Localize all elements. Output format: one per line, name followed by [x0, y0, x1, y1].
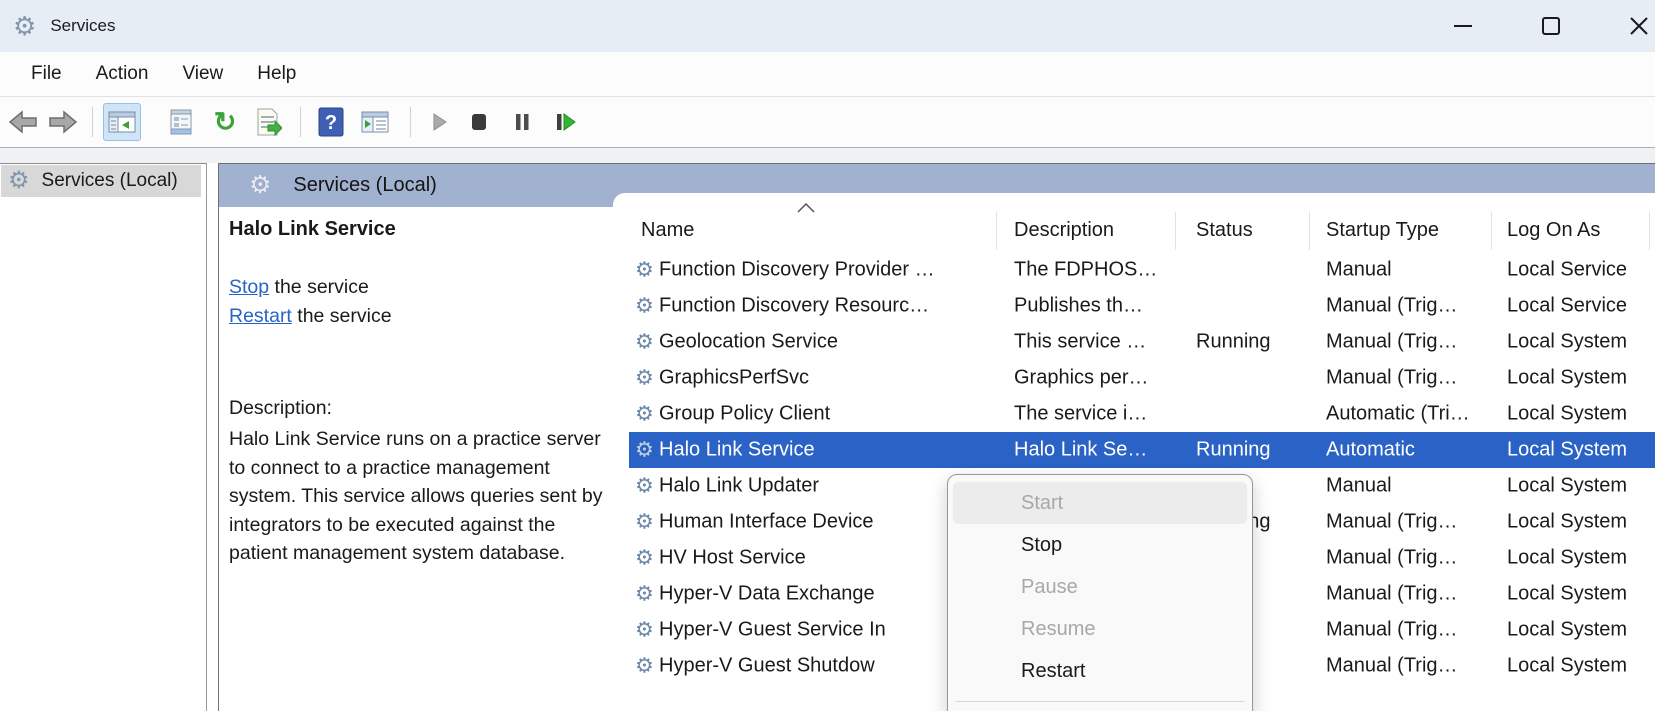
context-menu-item-resume[interactable]: Resume: [953, 608, 1247, 650]
toolbar: ↻ ?: [0, 97, 1655, 148]
column-header-name[interactable]: Name: [641, 219, 694, 242]
panel-header-title: Services (Local): [293, 174, 436, 197]
restart-service-line: Restart the service: [229, 302, 392, 331]
service-gear-icon: ⚙: [635, 260, 654, 281]
context-menu-separator: [956, 701, 1244, 702]
minimize-button[interactable]: [1436, 0, 1490, 52]
start-service-icon[interactable]: [420, 103, 458, 141]
close-button[interactable]: [1612, 0, 1655, 52]
service-gear-icon: ⚙: [635, 656, 654, 677]
service-gear-icon: ⚙: [635, 512, 654, 533]
service-gear-icon: ⚙: [635, 440, 654, 461]
description-text: Halo Link Service runs on a practice ser…: [229, 425, 613, 568]
table-row[interactable]: ⚙ Function Discovery Provider … The FDPH…: [629, 252, 1655, 288]
service-gear-icon: ⚙: [635, 476, 654, 497]
column-header-startup[interactable]: Startup Type: [1326, 219, 1439, 242]
window-background-strip: [0, 148, 1655, 163]
menu-help[interactable]: Help: [240, 52, 313, 96]
show-console-tree-icon[interactable]: [103, 103, 141, 141]
service-context-menu: Start Stop Pause Resume Restart: [947, 474, 1253, 711]
forward-arrow-icon[interactable]: [44, 103, 82, 141]
column-header-description[interactable]: Description: [1014, 219, 1114, 242]
services-main-pane: ⚙ Services (Local) Halo Link Service Sto…: [218, 163, 1655, 711]
refresh-icon[interactable]: ↻: [206, 103, 244, 141]
maximize-button[interactable]: [1524, 0, 1578, 52]
column-header-status[interactable]: Status: [1196, 219, 1253, 242]
service-gear-icon: ⚙: [635, 296, 654, 317]
column-header-logon[interactable]: Log On As: [1507, 219, 1600, 242]
context-menu-item-stop[interactable]: Stop: [953, 524, 1247, 566]
table-row-selected[interactable]: ⚙ Halo Link Service Halo Link Se… Runnin…: [629, 432, 1655, 468]
export-list-icon[interactable]: [250, 103, 288, 141]
services-gear-icon: ⚙: [249, 173, 271, 198]
tree-item-label: Services (Local): [42, 170, 178, 192]
service-gear-icon: ⚙: [635, 620, 654, 641]
console-tree-pane: ⚙ Services (Local): [0, 163, 207, 711]
table-row[interactable]: ⚙ GraphicsPerfSvc Graphics per… Manual (…: [629, 360, 1655, 396]
context-menu-item-pause[interactable]: Pause: [953, 566, 1247, 608]
pause-service-icon[interactable]: [503, 103, 541, 141]
service-gear-icon: ⚙: [635, 584, 654, 605]
services-gear-icon: ⚙: [13, 13, 36, 39]
context-menu-item-start[interactable]: Start: [953, 482, 1247, 524]
service-gear-icon: ⚙: [635, 332, 654, 353]
stop-service-line: Stop the service: [229, 273, 392, 302]
service-gear-icon: ⚙: [635, 548, 654, 569]
service-action-links: Stop the service Restart the service: [229, 273, 392, 331]
services-gear-icon: ⚙: [8, 169, 30, 193]
stop-service-link[interactable]: Stop: [229, 276, 269, 298]
extended-standard-view-icon[interactable]: [356, 103, 394, 141]
selected-service-name: Halo Link Service: [229, 218, 396, 241]
menu-file[interactable]: File: [14, 52, 79, 96]
title-bar: ⚙ Services: [0, 0, 1655, 52]
resume-service-icon[interactable]: [546, 103, 584, 141]
menu-view[interactable]: View: [165, 52, 240, 96]
context-menu-item-restart[interactable]: Restart: [953, 650, 1247, 692]
description-label: Description:: [229, 397, 332, 420]
restart-line-rest: the service: [292, 305, 392, 327]
stop-line-rest: the service: [269, 276, 369, 298]
svg-text:?: ?: [325, 112, 337, 134]
restart-service-link[interactable]: Restart: [229, 305, 292, 327]
service-gear-icon: ⚙: [635, 404, 654, 425]
stop-service-icon[interactable]: [460, 103, 498, 141]
help-icon[interactable]: ?: [312, 103, 350, 141]
table-row[interactable]: ⚙ Geolocation Service This service … Run…: [629, 324, 1655, 360]
menu-action[interactable]: Action: [79, 52, 166, 96]
service-gear-icon: ⚙: [635, 368, 654, 389]
properties-icon[interactable]: [162, 103, 200, 141]
back-arrow-icon[interactable]: [4, 103, 42, 141]
table-row[interactable]: ⚙ Function Discovery Resourc… Publishes …: [629, 288, 1655, 324]
window-title: Services: [50, 16, 115, 36]
tree-item-services-local[interactable]: ⚙ Services (Local): [1, 165, 201, 197]
sort-ascending-icon: [797, 200, 815, 218]
menu-bar: File Action View Help: [0, 52, 1655, 97]
table-row[interactable]: ⚙ Group Policy Client The service i… Aut…: [629, 396, 1655, 432]
